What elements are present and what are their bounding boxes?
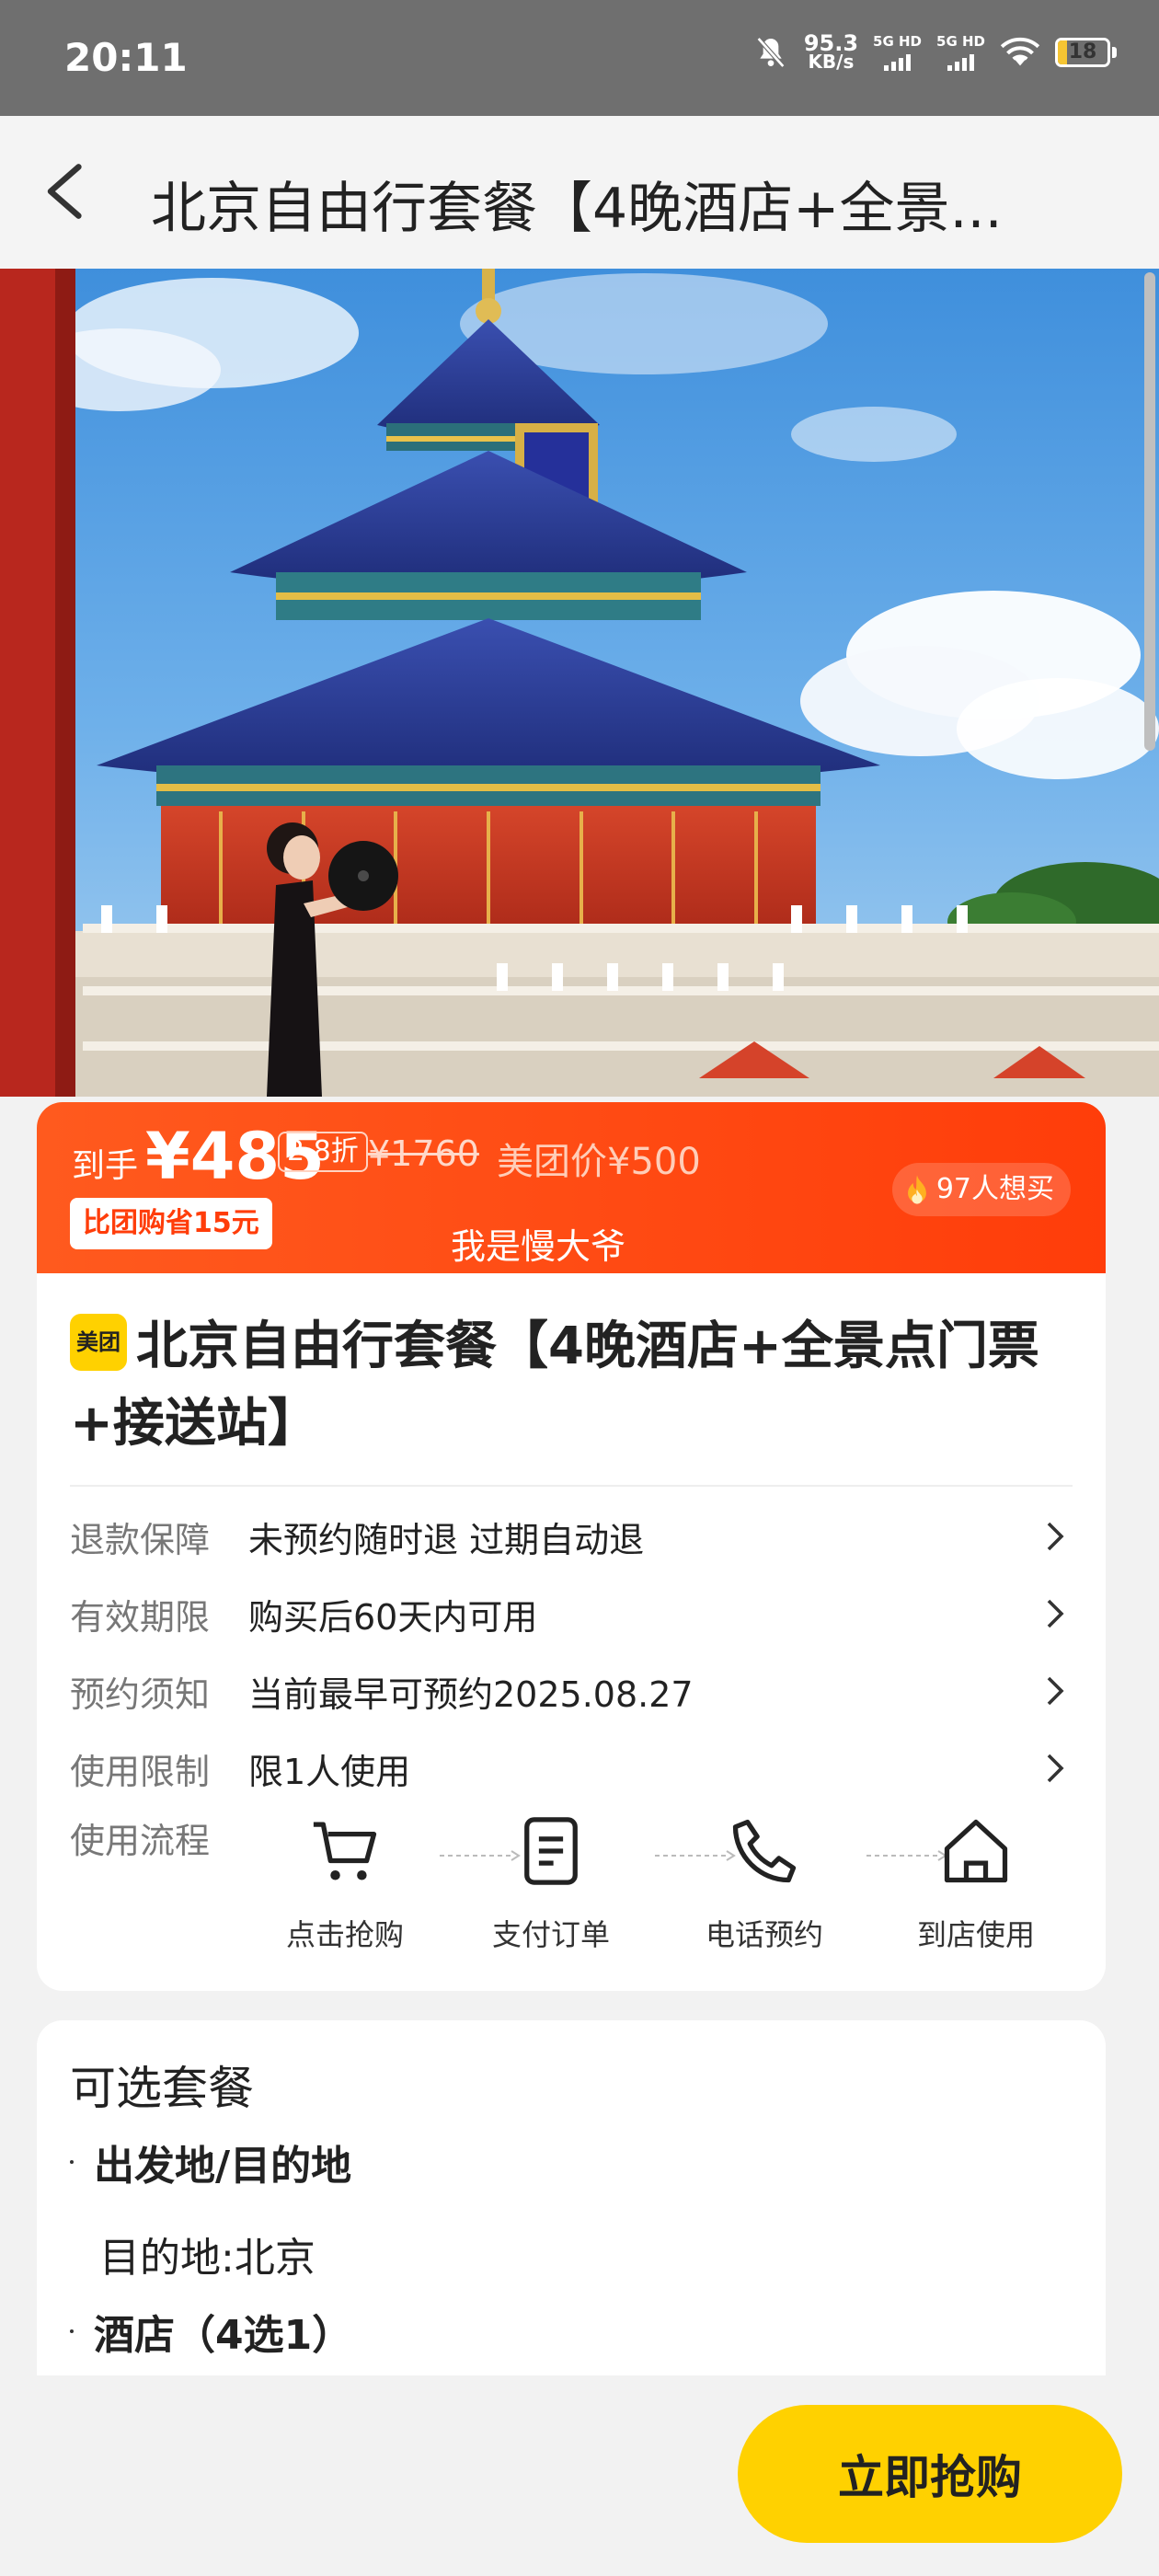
package-group-hotel[interactable]: 酒店（4选1） xyxy=(70,2302,352,2361)
temple-of-heaven-photo xyxy=(0,269,1159,1097)
bullet-dot xyxy=(70,2160,74,2164)
package-section-title: 可选套餐 xyxy=(70,2062,254,2115)
back-arrow-icon[interactable] xyxy=(33,156,103,226)
package-destination: 目的地:北京 xyxy=(99,2235,316,2282)
product-info-card: 美团 北京自由行套餐【4晚酒店+全景点门票+接送站】 退款保障 未预约随时退 过… xyxy=(37,1273,1106,1991)
attr-row-usage-limit[interactable]: 使用限制 限1人使用 xyxy=(70,1730,1073,1807)
battery-icon: 18 xyxy=(1055,37,1117,67)
hero-image[interactable] xyxy=(0,269,1159,1097)
net-speed: 95.3 KB/s xyxy=(803,29,859,73)
page-title: 北京自由行套餐【4晚酒店+全景... xyxy=(151,177,1003,241)
order-icon xyxy=(524,1817,578,1885)
flow-step-visit: 到店使用 xyxy=(907,1812,1045,1954)
attr-row-validity[interactable]: 有效期限 购买后60天内可用 xyxy=(70,1575,1073,1652)
flow-step-call: 电话预约 xyxy=(695,1812,833,1954)
meituan-price: 美团价¥500 xyxy=(497,1141,701,1183)
saving-tag: 比团购省15元 xyxy=(70,1198,272,1249)
nav-header: 北京自由行套餐【4晚酒店+全景... xyxy=(0,116,1159,269)
bullet-dot xyxy=(70,2329,74,2333)
package-group-location: 出发地/目的地 xyxy=(70,2133,351,2191)
mute-bell-icon xyxy=(756,36,786,68)
usage-flow: 点击抢购 支付订单 电话预约 到店使用 xyxy=(276,1812,1085,1960)
chevron-right-icon xyxy=(1047,1599,1064,1628)
product-title: 北京自由行套餐【4晚酒店+全景点门票+接送站】 xyxy=(70,1317,1039,1454)
flame-icon xyxy=(907,1175,926,1204)
wifi-icon xyxy=(1000,37,1040,65)
chevron-right-icon xyxy=(1047,1522,1064,1551)
scrollbar[interactable] xyxy=(1144,272,1155,751)
attr-row-booking[interactable]: 预约须知 当前最早可预约2025.08.27 xyxy=(70,1652,1073,1730)
price-prefix: 到手 xyxy=(72,1147,139,1185)
home-icon xyxy=(944,1819,1008,1883)
status-icons: 95.3 KB/s 5G HD 5G HD 18 xyxy=(752,29,1117,73)
package-options-card: 可选套餐 出发地/目的地 目的地:北京 酒店（4选1） xyxy=(37,2020,1106,2375)
buy-now-button[interactable]: 立即抢购 xyxy=(738,2405,1122,2543)
chevron-right-icon xyxy=(1047,1676,1064,1706)
flow-label: 使用流程 xyxy=(70,1821,211,1861)
attr-row-refund[interactable]: 退款保障 未预约随时退 过期自动退 xyxy=(70,1498,1073,1575)
phone-icon xyxy=(732,1819,797,1883)
status-bar: 20:11 95.3 KB/s 5G HD 5G HD 18 xyxy=(0,0,1159,116)
want-count-badge: 97人想买 xyxy=(891,1163,1071,1216)
seller-nickname: 我是慢大爷 xyxy=(451,1226,626,1267)
price-banner: 到手 ¥485 2.8折 ¥1760 美团价¥500 比团购省15元 我是慢大爷… xyxy=(37,1102,1106,1273)
flow-step-buy: 点击抢购 xyxy=(276,1812,414,1954)
cart-icon xyxy=(313,1822,377,1880)
divider xyxy=(70,1485,1073,1487)
signal-icon: 5G HD xyxy=(873,33,922,71)
status-time: 20:11 xyxy=(64,35,188,80)
flow-step-pay: 支付订单 xyxy=(482,1812,620,1954)
signal-icon-2: 5G HD xyxy=(936,33,985,71)
original-price: ¥1760 xyxy=(368,1133,479,1174)
chevron-right-icon xyxy=(1047,1754,1064,1783)
discount-tag: 2.8折 xyxy=(278,1132,368,1172)
